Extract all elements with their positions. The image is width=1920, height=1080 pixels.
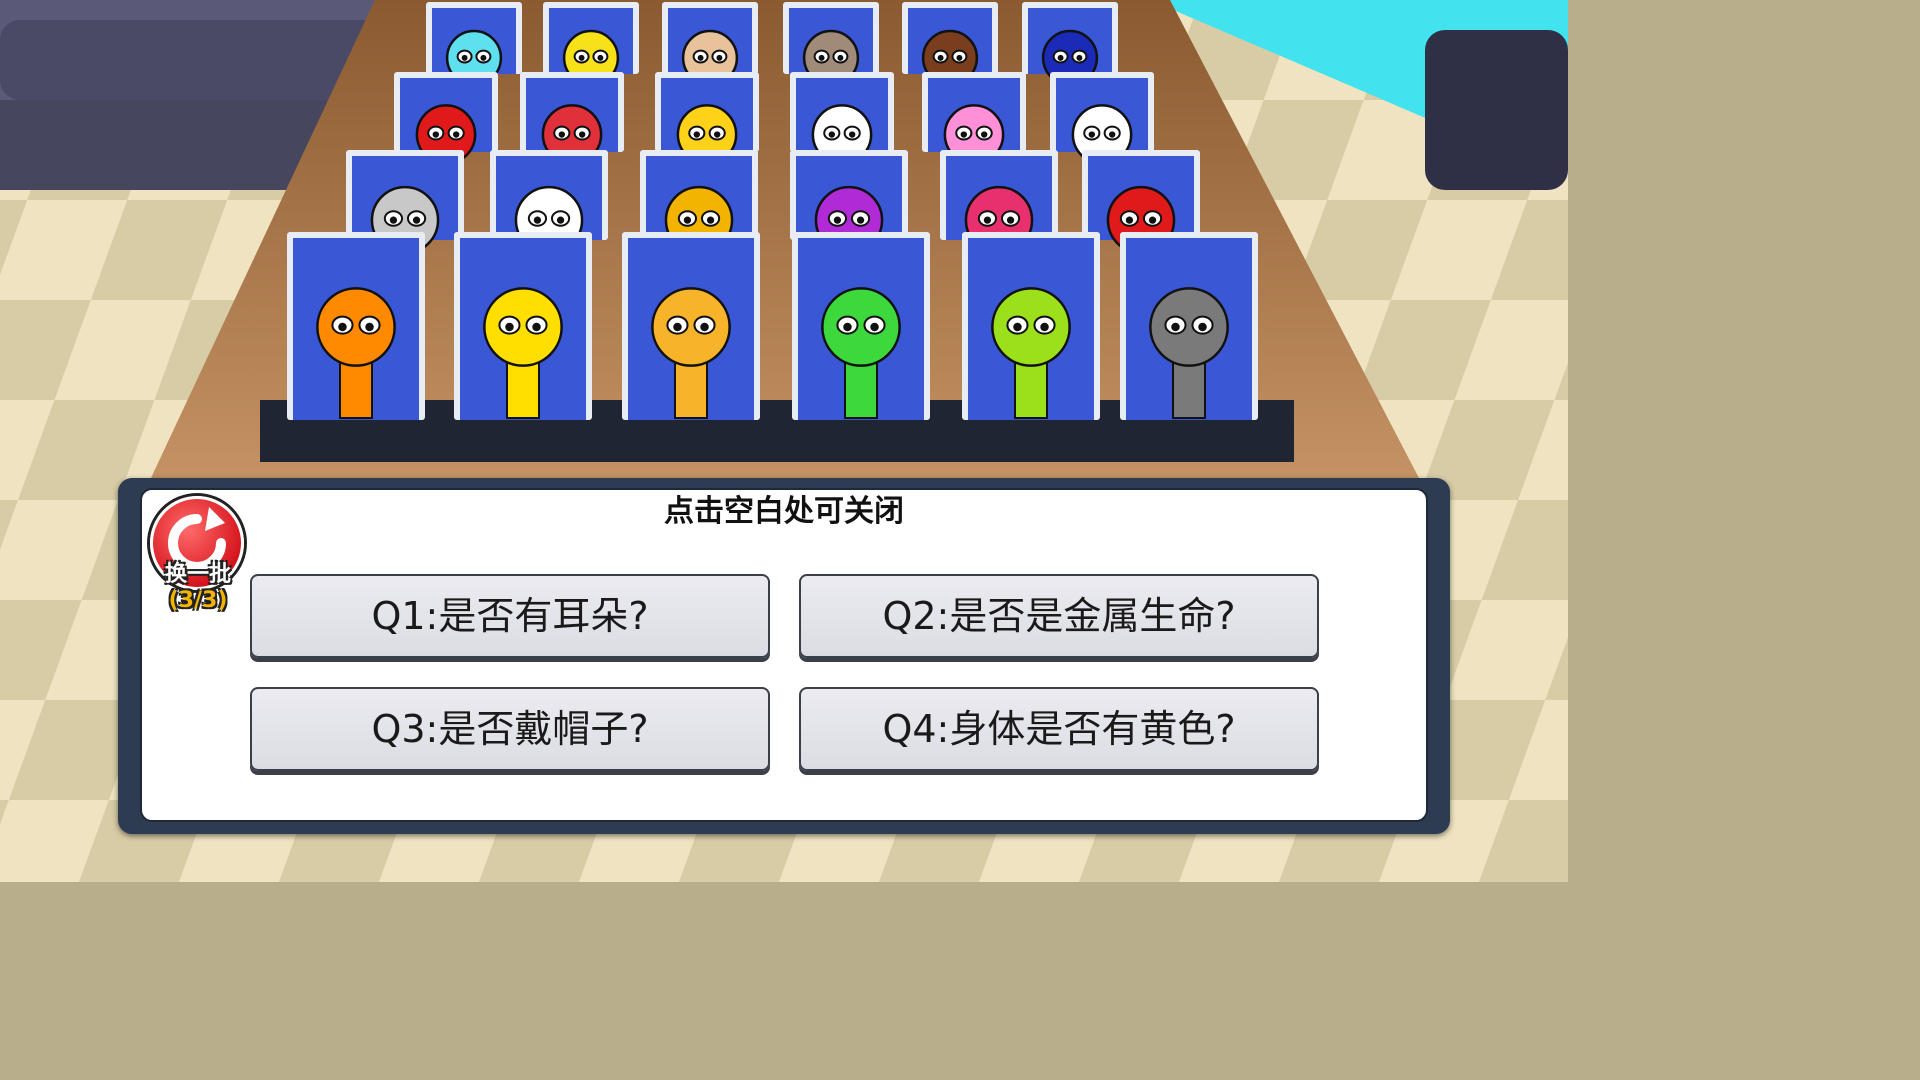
character-body (506, 358, 540, 420)
character-card-green-flower-hair[interactable] (792, 232, 930, 420)
character-pupil (856, 216, 865, 224)
character-pupil (956, 54, 963, 61)
character-pupil (1088, 131, 1096, 138)
sofa-right (1425, 30, 1568, 190)
character-card-red-headphones[interactable] (394, 72, 498, 165)
character-pupil (597, 54, 604, 61)
character-card-black-red-sprout[interactable] (520, 72, 624, 165)
character-pupil (1171, 322, 1180, 332)
character-pupil (578, 54, 585, 61)
character-pupil (843, 322, 852, 332)
character-pupil (960, 131, 968, 138)
character-pupil (870, 322, 879, 332)
character-head (821, 287, 901, 367)
question-button-2[interactable]: Q2:是否是金属生命? (799, 574, 1319, 658)
character-pupil (532, 322, 541, 332)
character-pupil (365, 322, 374, 332)
character-head (991, 287, 1071, 367)
character-pupil (937, 54, 944, 61)
character-card-white-cat[interactable] (790, 72, 894, 165)
character-head (316, 287, 396, 367)
question-button-1[interactable]: Q1:是否有耳朵? (250, 574, 770, 658)
character-body (1172, 358, 1206, 420)
character-pupil (389, 216, 398, 224)
character-pupil (697, 54, 704, 61)
character-pupil (338, 322, 347, 332)
character-pupil (432, 131, 440, 138)
character-pupil (1076, 54, 1083, 61)
character-pupil (716, 54, 723, 61)
character-card-gray-cat[interactable] (1120, 232, 1258, 420)
character-pupil (700, 322, 709, 332)
character-pupil (673, 322, 682, 332)
character-pupil (480, 54, 487, 61)
refresh-count: (3/3) (168, 588, 228, 613)
character-card-yellow-fox[interactable] (454, 232, 592, 420)
character-body (339, 358, 373, 420)
character-pupil (558, 131, 566, 138)
character-head (483, 287, 563, 367)
close-hint-text: 点击空白处可关闭 (664, 494, 904, 529)
character-card-yellow-visor[interactable] (622, 232, 760, 420)
character-head (651, 287, 731, 367)
character-head (1149, 287, 1229, 367)
character-pupil (1125, 216, 1134, 224)
character-pupil (693, 131, 701, 138)
character-body (674, 358, 708, 420)
question-button-3[interactable]: Q3:是否戴帽子? (250, 687, 770, 771)
character-pupil (683, 216, 692, 224)
refresh-label: 换一批 (164, 562, 231, 587)
character-card-pink-bunny[interactable] (922, 72, 1026, 165)
character-pupil (1057, 54, 1064, 61)
character-pupil (706, 216, 715, 224)
character-pupil (837, 54, 844, 61)
character-pupil (713, 131, 721, 138)
character-pupil (461, 54, 468, 61)
character-body (844, 358, 878, 420)
question-button-4[interactable]: Q4:身体是否有黄色? (799, 687, 1319, 771)
character-pupil (818, 54, 825, 61)
character-pupil (412, 216, 421, 224)
character-pupil (578, 131, 586, 138)
refresh-questions-button[interactable]: 换一批 (3/3) (146, 494, 250, 622)
character-pupil (1108, 131, 1116, 138)
character-pupil (533, 216, 542, 224)
character-pupil (848, 131, 856, 138)
character-pupil (1040, 322, 1049, 332)
character-body (1014, 358, 1048, 420)
character-card-white-ghost[interactable] (1050, 72, 1154, 165)
character-pupil (980, 131, 988, 138)
character-pupil (556, 216, 565, 224)
character-pupil (833, 216, 842, 224)
character-card-yellow-sun[interactable] (655, 72, 759, 165)
character-pupil (452, 131, 460, 138)
character-card-lime-spiky[interactable] (962, 232, 1100, 420)
character-card-orange-headphones[interactable] (287, 232, 425, 420)
character-pupil (1198, 322, 1207, 332)
character-pupil (1013, 322, 1022, 332)
character-pupil (1006, 216, 1015, 224)
character-pupil (1148, 216, 1157, 224)
character-pupil (983, 216, 992, 224)
character-pupil (828, 131, 836, 138)
character-pupil (505, 322, 514, 332)
